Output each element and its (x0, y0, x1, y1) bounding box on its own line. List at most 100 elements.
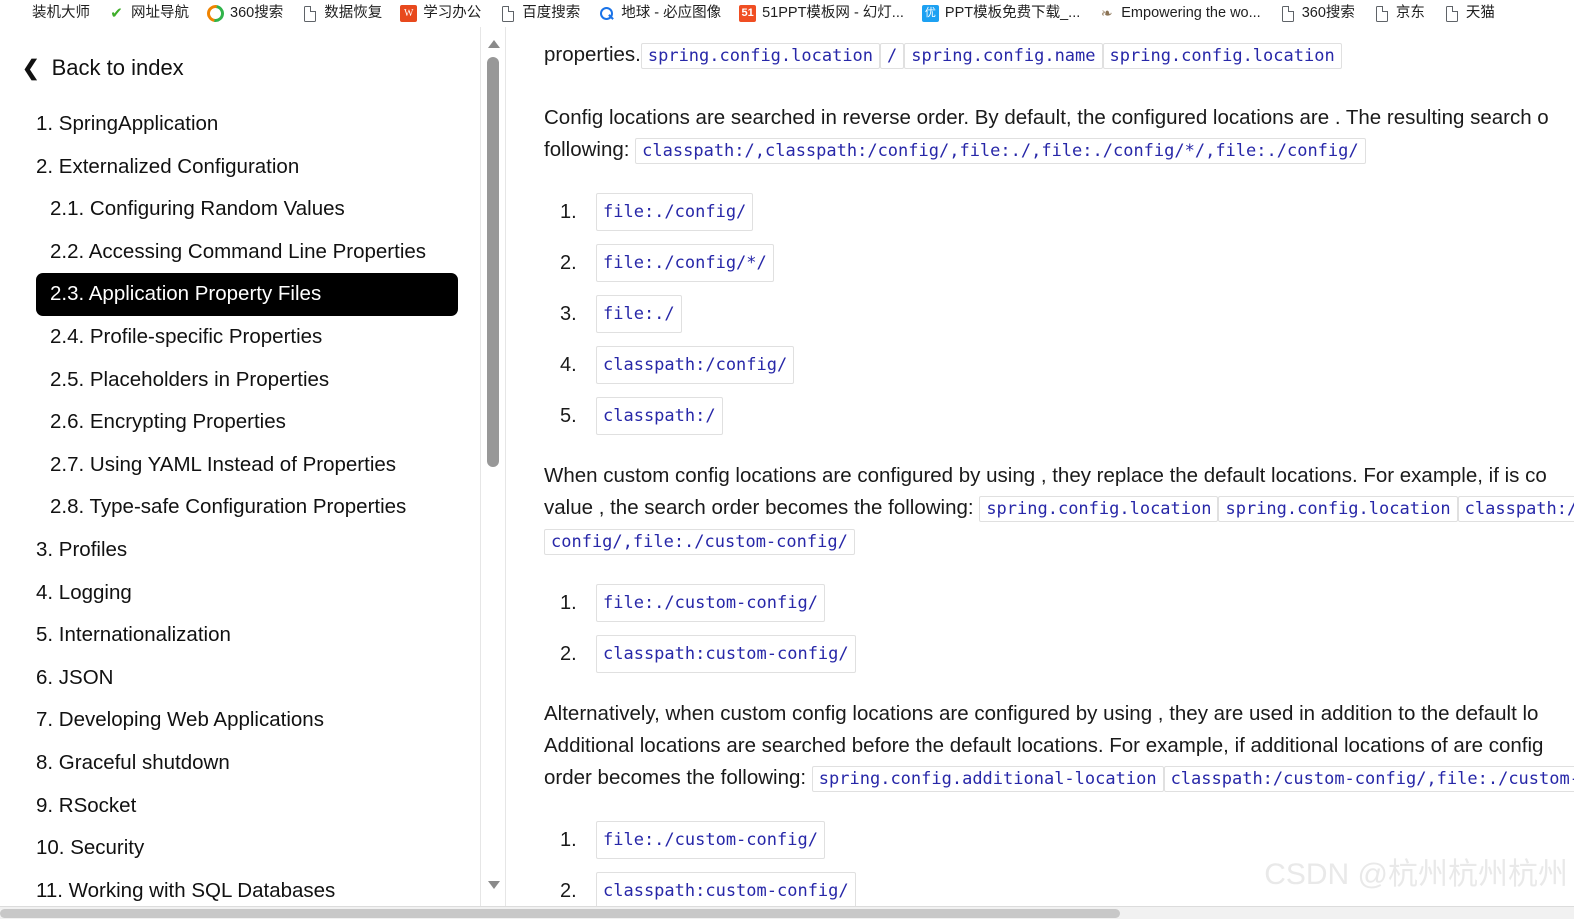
装-icon (9, 5, 26, 22)
sidebar-item[interactable]: 2. Externalized Configuration (22, 146, 458, 189)
toc-sidebar[interactable]: ❮ Back to index 1. SpringApplication 2. E… (0, 27, 480, 906)
sidebar-item[interactable]: 9. RSocket (22, 785, 458, 828)
paragraph-custom-line2: value , the search order becomes the fol… (508, 492, 1574, 525)
bookmark-item[interactable]: 51 51PPT模板网 - 幻灯... (730, 0, 913, 27)
bookmark-item[interactable]: 百度搜索 (490, 0, 589, 27)
sidebar-item[interactable]: 4. Logging (22, 572, 458, 615)
sidebar-item-label: 5. Internationalization (36, 623, 231, 647)
paragraph-additional-lead-3: order becomes the following: (544, 766, 807, 789)
paragraph-config-locations-line1: Config locations are searched in reverse… (508, 102, 1574, 134)
list-item: classpath:custom-config/ (544, 635, 1574, 673)
sidebar-item[interactable]: 5. Internationalization (22, 614, 458, 657)
paragraph-custom-text-1: When custom config locations are configu… (544, 464, 1547, 487)
bookmark-label: 51PPT模板网 - 幻灯... (762, 5, 904, 21)
paragraph-following-lead: following: (544, 138, 630, 161)
sidebar-item[interactable]: 10. Security (22, 827, 458, 870)
sidebar-item-label: 2.4. Profile-specific Properties (50, 324, 323, 348)
list-item: classpath:/ (544, 397, 1574, 435)
paragraph-config-locations-line2: following: classpath:/,classpath:/config… (508, 134, 1574, 167)
bookmark-item[interactable]: 360搜索 (198, 0, 292, 27)
code-path: classpath:custom-config/ (596, 872, 856, 906)
bookmark-label: 京东 (1395, 5, 1425, 21)
bookmark-label: PPT模板免费下载_... (944, 5, 1081, 21)
additional-locations-list: file:./custom-config/classpath:custom-co… (508, 821, 1574, 906)
list-item: file:./custom-config/ (544, 584, 1574, 622)
scroll-down-arrow-icon[interactable] (488, 881, 500, 889)
bookmark-item[interactable]: 优 PPT模板免费下载_... (913, 0, 1089, 27)
horizontal-scrollbar-thumb[interactable] (0, 909, 1120, 918)
code-path: classpath:/ (596, 397, 723, 435)
horizontal-scrollbar[interactable] (0, 906, 1574, 919)
code-spring-config-additional-location: spring.config.additional-location (811, 766, 1164, 792)
sidebar-item-label: 2.8. Type-safe Configuration Properties (50, 495, 407, 519)
bookmark-label: 地球 - 必应图像 (621, 5, 722, 21)
sidebar-scrollbar[interactable] (480, 27, 506, 906)
bookmark-item[interactable]: 地球 - 必应图像 (589, 0, 730, 27)
bookmark-label: Empowering the wo... (1121, 5, 1261, 21)
wps-w-icon: W (400, 5, 418, 22)
sidebar-item[interactable]: 2.7. Using YAML Instead of Properties (36, 444, 458, 487)
code-path: classpath:/config/ (596, 346, 795, 384)
sidebar-item[interactable]: 2.2. Accessing Command Line Properties (36, 231, 458, 274)
bookmark-item[interactable]: 360搜索 (1270, 0, 1364, 27)
bookmark-label: 数据恢复 (324, 5, 383, 21)
page-body: ❮ Back to index 1. SpringApplication 2. E… (0, 27, 1574, 919)
sidebar-item-label: 2.3. Application Property Files (50, 282, 322, 306)
bookmark-item[interactable]: ❧ Empowering the wo... (1089, 0, 1269, 27)
hao-icon: ✔ (110, 5, 123, 22)
sidebar-item[interactable]: 2.8. Type-safe Configuration Properties (36, 486, 458, 529)
code-path: file:./custom-config/ (596, 821, 825, 859)
code-spring-config-location-4: spring.config.location (1218, 496, 1458, 522)
toc-list[interactable]: 1. SpringApplication 2. Externalized Conf… (0, 103, 480, 906)
code-custom-config-wrap: config/,file:./custom-config/ (544, 529, 855, 555)
bookmark-item[interactable]: 数据恢复 (292, 0, 391, 27)
bookmark-item[interactable]: 天猫 (1434, 0, 1504, 27)
default-locations-list: file:./config/file:./config/*/ file:./ cla… (508, 193, 1574, 435)
code-path: file:./ (596, 295, 682, 333)
sidebar-item[interactable]: 2.1. Configuring Random Values (36, 188, 458, 231)
sidebar-item[interactable]: 11. Working with SQL Databases (22, 870, 458, 906)
search-icon (598, 5, 615, 22)
sidebar-item[interactable]: 2.5. Placeholders in Properties (36, 359, 458, 402)
page-icon (1443, 5, 1460, 22)
code-path: classpath:custom-config/ (596, 635, 856, 673)
bookmark-label: 装机大师 (32, 5, 90, 21)
bookmark-item[interactable]: 装机大师 (0, 0, 99, 27)
sidebar-item[interactable]: 3. Profiles (22, 529, 458, 572)
sidebar-scrollbar-thumb[interactable] (487, 57, 499, 467)
sidebar-item-label: 2.2. Accessing Command Line Properties (50, 239, 427, 263)
bookmark-label: 天猫 (1465, 5, 1495, 21)
list-item: file:./config/ (544, 193, 1574, 231)
custom-locations-list: file:./custom-config/classpath:custom-co… (508, 584, 1574, 673)
back-to-index-link[interactable]: ❮ Back to index (22, 55, 480, 81)
chevron-left-icon: ❮ (22, 56, 40, 80)
sidebar-item-label: 2.1. Configuring Random Values (50, 197, 345, 221)
code-spring-config-location-3: spring.config.location (979, 496, 1219, 522)
sidebar-item[interactable]: 2.4. Profile-specific Properties (36, 316, 458, 359)
51ppt-icon: 51 (739, 5, 757, 22)
paragraph-config-locations-text: Config locations are searched in reverse… (544, 106, 1549, 129)
sidebar-item[interactable]: 6. JSON (22, 657, 458, 700)
bookmarks-bar[interactable]: 装机大师 ✔ 网址导航 360搜索 数据恢复 W 学习办公 百度搜索 地球 - 必应图像 51 51… (0, 0, 1574, 27)
paragraph-custom-line3: config/,file:./custom-config/ (508, 525, 1574, 558)
sidebar-item[interactable]: 8. Graceful shutdown (22, 742, 458, 785)
code-default-search-order: classpath:/,classpath:/config/,file:./,f… (635, 138, 1366, 164)
document-content: properties. spring.config.location / spring… (508, 27, 1574, 906)
sidebar-item[interactable]: 1. SpringApplication (22, 103, 458, 146)
bookmark-item[interactable]: ✔ 网址导航 (99, 0, 198, 27)
sidebar-item[interactable]: 2.3. Application Property Files (36, 273, 458, 316)
bookmark-item[interactable]: 京东 (1364, 0, 1434, 27)
paragraph-additional-line1: Alternatively, when custom config locati… (508, 698, 1574, 730)
bookmark-item[interactable]: W 学习办公 (391, 0, 490, 27)
scroll-up-arrow-icon[interactable] (488, 40, 500, 48)
page-icon (1373, 5, 1390, 22)
sidebar-item[interactable]: 2.6. Encrypting Properties (36, 401, 458, 444)
sidebar-item-label: 4. Logging (36, 580, 132, 604)
sidebar-item-label: 2.6. Encrypting Properties (50, 410, 286, 434)
sidebar-item[interactable]: 7. Developing Web Applications (22, 699, 458, 742)
sidebar-item-label: 7. Developing Web Applications (36, 708, 324, 732)
you-icon: 优 (921, 5, 939, 22)
bookmark-label: 360搜索 (230, 5, 284, 21)
code-spring-config-location-2: spring.config.location (1102, 43, 1342, 69)
code-path: file:./config/ (596, 193, 754, 231)
